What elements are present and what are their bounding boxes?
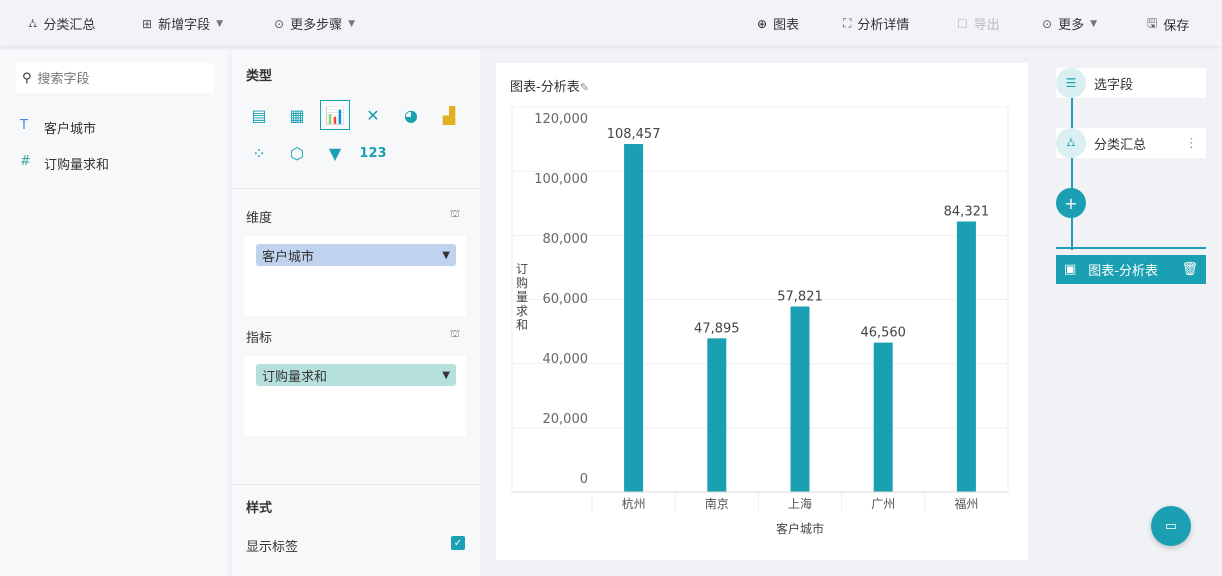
caret-down-icon[interactable]: ▼ [442, 370, 450, 381]
chat-support-button[interactable]: ▭ [1151, 506, 1191, 546]
ellipsis-circle-icon: ⊙ [274, 16, 285, 31]
bar [790, 306, 810, 492]
measure-pill[interactable]: 订购量求和 ▼ [256, 364, 456, 386]
bar [956, 221, 976, 492]
field-list-panel: ⚲ T客户城市 #订购量求和 [0, 50, 228, 576]
more-button[interactable]: ⊙ 更多 ▼ [1042, 14, 1097, 34]
caret-down-icon: ▼ [216, 18, 223, 29]
more-steps-button[interactable]: ⊙ 更多步骤 ▼ [274, 14, 355, 34]
y-tick-label: 0 [580, 472, 588, 487]
data-label: 108,457 [607, 127, 661, 142]
scan-icon: ⛶ [843, 16, 852, 30]
measure-heading: 指标 [246, 331, 273, 346]
bar [873, 342, 893, 492]
x-axis-title: 客户城市 [776, 521, 824, 536]
bar [707, 338, 727, 492]
lock-icon[interactable]: ⛫ [450, 327, 460, 342]
x-tick-label: 福州 [954, 496, 978, 511]
select-fields-icon: ☰ [1056, 68, 1086, 98]
x-tick-label: 上海 [788, 496, 812, 511]
dimension-heading: 维度 [246, 211, 273, 226]
steps-panel: ☰ 选字段 ⛼ 分类汇总 ⋮ + ▣ 图表-分析表 🗑 [1044, 50, 1222, 576]
y-tick-label: 20,000 [543, 412, 589, 427]
y-tick-label: 80,000 [543, 232, 589, 247]
x-tick-label: 广州 [871, 497, 895, 511]
step-group-summary[interactable]: ⛼ 分类汇总 ⋮ [1056, 128, 1206, 158]
y-tick-label: 100,000 [534, 172, 588, 187]
funnel-chart-icon[interactable]: ▼ [320, 138, 350, 168]
lock-icon[interactable]: ⛫ [450, 207, 460, 222]
table-icon[interactable]: ▤ [244, 100, 274, 130]
x-tick-label: 南京 [705, 496, 729, 511]
x-tick-label: 杭州 [622, 496, 646, 511]
trash-icon[interactable]: 🗑 [1181, 262, 1198, 277]
ellipsis-circle-icon: ⊙ [1042, 16, 1053, 31]
pie-chart-icon[interactable]: ◕ [396, 100, 426, 130]
type-heading: 类型 [246, 69, 273, 84]
group-summary-button[interactable]: ⛼ 分类汇总 [28, 14, 95, 34]
add-field-button[interactable]: ⊞ 新增字段 ▼ [142, 14, 223, 34]
data-label: 46,560 [860, 326, 906, 341]
combo-chart-icon[interactable]: ▟ [434, 100, 464, 130]
hierarchy-icon: ⛼ [1056, 128, 1086, 158]
show-labels-label: 显示标签 [246, 540, 299, 555]
export-button[interactable]: ☐ 导出 [957, 14, 1000, 34]
save-button[interactable]: 🖫 保存 [1147, 14, 1189, 35]
radar-chart-icon[interactable]: ⬡ [282, 138, 312, 168]
chart-board-icon: ▣ [1064, 262, 1077, 277]
caret-down-icon: ▼ [348, 18, 355, 29]
dimension-pill[interactable]: 客户城市 ▼ [256, 244, 456, 266]
caret-down-icon: ▼ [1090, 18, 1097, 29]
bar-chart: 0 20,000 40,000 60,000 80,000 100,000 120,000 1… [511, 106, 1009, 536]
divider [232, 484, 480, 485]
search-field[interactable]: ⚲ [16, 63, 214, 93]
number-type-icon: # [20, 154, 31, 169]
search-input[interactable] [37, 70, 188, 86]
add-step-button[interactable]: + [1056, 188, 1086, 218]
plus-circle-icon: ⊕ [757, 16, 768, 31]
text-type-icon: T [20, 118, 28, 133]
hierarchy-icon: ⛼ [28, 15, 38, 30]
divider [232, 188, 480, 189]
step-connector [1071, 90, 1073, 250]
chart-card: 图表-分析表✎ 0 20,000 40,000 60,000 80,000 100,000… [496, 63, 1028, 560]
kebab-menu-icon[interactable]: ⋮ [1185, 136, 1206, 151]
divider [1056, 247, 1206, 249]
field-item[interactable]: T 客户城市 [20, 118, 96, 137]
caret-down-icon[interactable]: ▼ [442, 250, 450, 261]
style-heading: 样式 [246, 501, 273, 516]
dimension-drop-zone[interactable]: 客户城市 ▼ [244, 236, 466, 316]
save-icon: 🖫 [1147, 16, 1158, 30]
field-item[interactable]: # 订购量求和 [20, 154, 109, 173]
y-tick-label: 40,000 [543, 352, 589, 367]
export-icon: ☐ [957, 16, 968, 31]
bar-chart-icon[interactable]: 📊 [320, 100, 350, 130]
y-tick-label: 120,000 [534, 112, 588, 127]
line-chart-icon[interactable]: ✕ [358, 100, 388, 130]
search-icon: ⚲ [22, 70, 32, 86]
data-label: 47,895 [694, 321, 740, 336]
step-current-chart[interactable]: ▣ 图表-分析表 🗑 [1056, 255, 1206, 284]
scatter-chart-icon[interactable]: ⁘ [244, 138, 274, 168]
y-axis-title: 订购量求和 [516, 262, 528, 332]
measure-drop-zone[interactable]: 订购量求和 ▼ [244, 356, 466, 436]
number-card-icon[interactable]: 123 [358, 138, 388, 168]
bar [624, 144, 644, 492]
show-labels-checkbox[interactable]: ✓ [451, 536, 465, 550]
chart-type-grid: ▤ ▦ 📊 ✕ ◕ ▟ ⁘ ⬡ ▼ 123 [244, 100, 472, 168]
chat-icon: ▭ [1164, 518, 1178, 534]
analysis-detail-button[interactable]: ⛶ 分析详情 [843, 14, 909, 33]
toolbar: ⛼ 分类汇总 ⊞ 新增字段 ▼ ⊙ 更多步骤 ▼ ⊕ 图表 ⛶ 分析详情 ☐ 导出 ⊙ 更多 ▼ 🖫… [0, 0, 1222, 46]
cross-table-icon[interactable]: ▦ [282, 100, 312, 130]
chart-config-panel: 类型 ▤ ▦ 📊 ✕ ◕ ▟ ⁘ ⬡ ▼ 123 维度 ⛫ 客户城市 ▼ 指标 ⛫… [232, 50, 480, 576]
data-label: 84,321 [944, 204, 990, 219]
step-select-fields[interactable]: ☰ 选字段 [1056, 68, 1206, 98]
y-tick-label: 60,000 [543, 292, 589, 307]
add-column-icon: ⊞ [142, 16, 153, 31]
data-label: 57,821 [777, 289, 823, 304]
chart-button[interactable]: ⊕ 图表 [757, 14, 799, 34]
